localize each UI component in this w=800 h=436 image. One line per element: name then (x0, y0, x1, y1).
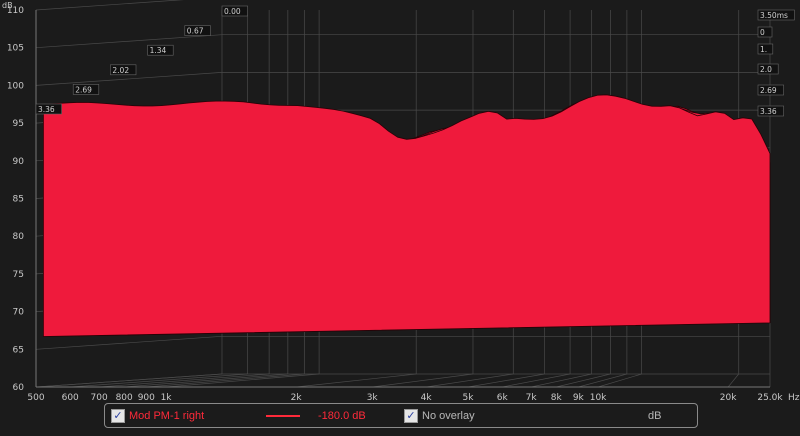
x-tick-3k: 3k (367, 393, 379, 403)
waterfall-surface (43, 94, 771, 337)
x-tick-600: 600 (62, 393, 79, 403)
trace-visibility-checkbox[interactable]: ✓ (111, 409, 125, 423)
y-tick-60: 60 (13, 383, 25, 393)
grid-line-floor-20k (727, 373, 740, 388)
x-tick-2k: 2k (291, 393, 303, 403)
x-axis-labels: 500 600 700 800 900 1k 2k 3k 4k 5k 6k 7k 8k 9k 10k 20k 2… (27, 393, 783, 403)
x-tick-9k: 9k (573, 393, 585, 403)
x-tick-7k: 7k (526, 393, 538, 403)
x-tick-5k: 5k (463, 393, 475, 403)
grid-line-diag-105 (35, 34, 223, 49)
time-tick-right-5: 3.36 (760, 107, 777, 116)
y-tick-100: 100 (7, 81, 24, 91)
y-axis-unit: dB (2, 1, 13, 10)
unit-label: dB (648, 410, 662, 422)
time-tick-left-3: 2.02 (112, 66, 129, 75)
x-tick-500: 500 (27, 393, 44, 403)
grid-line-floor-800 (124, 373, 288, 388)
grid-line-floor-3k (372, 373, 474, 388)
y-tick-85: 85 (13, 195, 24, 205)
y-tick-65: 65 (13, 345, 24, 355)
grid-line-diag-65 (35, 335, 223, 350)
trace-label: Mod PM-1 right (129, 410, 205, 422)
x-tick-6k: 6k (497, 393, 509, 403)
y-tick-95: 95 (13, 119, 24, 129)
y-tick-105: 105 (7, 44, 24, 54)
time-tick-right-2: 1. (760, 45, 767, 54)
time-tick-left-1: 0.67 (187, 27, 204, 36)
decay-slice-0 (43, 94, 771, 337)
time-tick-left-5: 3.36 (38, 105, 55, 114)
overlay-checkbox[interactable]: ✓ (404, 409, 418, 423)
x-tick-10k: 10k (590, 393, 607, 403)
y-tick-75: 75 (13, 270, 24, 280)
x-tick-4k: 4k (421, 393, 433, 403)
time-tick-left-2: 1.34 (150, 46, 167, 55)
overlay-label: No overlay (422, 410, 475, 422)
waterfall-plot-area[interactable]: 60 65 70 75 80 85 90 95 100 105 110 500 600 700 800 90… (0, 0, 800, 431)
time-axis-labels: 0.00 0.67 1.34 2.02 2.69 3.36 3.50ms 0 1. 2.0 2.69… (35, 5, 795, 117)
y-tick-90: 90 (13, 157, 25, 167)
time-tick-right-3: 2.0 (760, 65, 772, 74)
time-tick-left-0: 0.00 (224, 7, 241, 16)
x-tick-20k: 20k (720, 393, 737, 403)
grid-line-floor-5k (467, 373, 545, 388)
trace-line-swatch (266, 415, 300, 417)
grid-line-floor-2k (296, 373, 417, 388)
y-tick-80: 80 (13, 232, 25, 242)
x-tick-1k: 1k (161, 393, 173, 403)
time-tick-right-4: 2.69 (760, 86, 777, 95)
y-axis-labels: 6065707580859095100105110 (7, 6, 24, 393)
grid-line-floor-600 (70, 373, 248, 388)
x-tick-25.0k: 25.0k (757, 393, 783, 403)
x-tick-800: 800 (116, 393, 133, 403)
x-tick-900: 900 (138, 393, 155, 403)
level-value: -180.0 dB (318, 410, 366, 422)
grid-line-diag-110 (35, 0, 185, 11)
x-tick-700: 700 (91, 393, 108, 403)
grid-line-floor-4k (426, 373, 514, 388)
x-tick-8k: 8k (551, 393, 563, 403)
y-tick-70: 70 (13, 308, 25, 318)
legend-bar: ✓ Mod PM-1 right -180.0 dB ✓ No overlay … (104, 403, 698, 428)
time-tick-right-0: 3.50ms (760, 11, 788, 20)
time-tick-left-4: 2.69 (75, 85, 92, 94)
time-tick-right-1: 0 (760, 28, 765, 37)
waterfall-chart: 6065707580859095100105110 500 600 700 800 90… (2, 0, 800, 403)
x-axis-unit: Hz (788, 393, 800, 403)
